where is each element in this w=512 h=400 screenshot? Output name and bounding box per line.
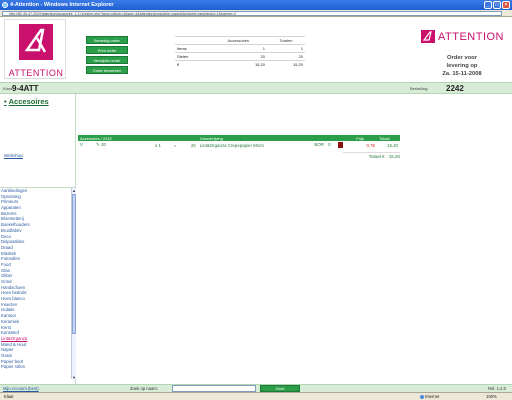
order-line-color: BOR 0 (312, 141, 354, 149)
order-line-total-qty: 20 (190, 142, 196, 148)
footer-bar: Mijn Account (best) Zoek op naam: Zoek R… (0, 384, 512, 392)
search-label: Zoek op naam: (130, 386, 158, 391)
address-bar: http://82.45.47.202/Hattention/javascrip… (0, 10, 512, 17)
category-items: Aanbiedingen Opruiming Primeurs Apparaten Be… (0, 188, 76, 370)
category-scrollbar[interactable]: ▲ ▼ (71, 188, 76, 379)
customer-value: 9-4ATT (12, 84, 39, 93)
delete-order-button[interactable]: Verwijder order (86, 56, 128, 64)
page-header: ATTENTION Bevestig order Print order Ver… (0, 17, 512, 82)
print-order-button[interactable]: Print order (86, 46, 128, 54)
summary-value: 20 (209, 52, 267, 61)
globe-icon (420, 394, 424, 399)
brand-mark-icon (420, 30, 435, 43)
order-number-label: Bestelling: (410, 86, 429, 91)
webshop-link[interactable]: Webshop (4, 153, 23, 158)
summary-label: Stelen (175, 52, 210, 61)
color-count: 0 (328, 142, 331, 148)
delivery-info: Order voor levering op Za. 15-11-2008 (422, 54, 502, 78)
confirm-order-button[interactable]: Bevestig order (86, 36, 128, 44)
order-line-qty[interactable]: 20 (101, 142, 106, 147)
logo-text: ATTENTION (8, 68, 64, 78)
category-list: Aanbiedingen Opruiming Primeurs Apparaten Be… (0, 187, 76, 379)
delivery-line: levering op (446, 63, 478, 69)
category-item[interactable]: Papier rollen (0, 364, 76, 370)
summary-value: 1 (266, 44, 305, 53)
edit-icon[interactable]: ✎ (96, 142, 100, 147)
scroll-up-icon[interactable]: ▲ (72, 188, 76, 193)
logo[interactable]: ATTENTION (4, 19, 66, 79)
summary-label: € (175, 60, 210, 69)
search-input[interactable] (172, 385, 256, 392)
my-account-link[interactable]: Mijn Account (best) (3, 386, 39, 391)
summary-label: Items (175, 44, 210, 53)
order-total-label: Totaal € (368, 154, 385, 159)
scroll-thumb[interactable] (72, 194, 76, 334)
order-line-eq: = (173, 142, 177, 148)
security-zone: Internet (420, 394, 439, 399)
order-actions: Bevestig order Print order Verwijder ord… (86, 36, 128, 74)
maximize-button[interactable]: □ (493, 1, 501, 9)
summary-header-row: Accessoires Totalen (175, 36, 305, 45)
order-line-description: Lint&Organza Crepepapier 50cm (199, 142, 264, 148)
browser-statusbar: Klaar Internet 100% (0, 392, 512, 400)
summary-value: 15,20 (209, 60, 267, 69)
order-total-value: 15,20 (388, 154, 400, 159)
summary-value: 15,20 (266, 60, 305, 69)
brand-text: ATTENTION (437, 30, 504, 43)
summary-header-totalen: Totalen (266, 36, 305, 45)
order-number-value: 2242 (446, 84, 464, 93)
sidebar: • Accesoires Webshop Aanbiedingen Opruimin… (0, 94, 76, 384)
info-bar: Klant: 9-4ATT Bestelling: 2242 (0, 82, 512, 94)
color-swatch (337, 142, 343, 148)
order-total: Totaal € 15,20 (343, 152, 400, 159)
summary-header-accessoires: Accessoires (209, 36, 267, 45)
zoom-level[interactable]: 100% (486, 394, 497, 399)
summary-row: Stelen 20 20 (175, 52, 305, 61)
url-field[interactable]: http://82.45.47.202/Hattention/javascrip… (2, 11, 502, 16)
sidebar-heading-label: Accesoires (8, 97, 49, 106)
main-content: Accesoires / 2242 Omschrijving Prijs Tot… (78, 94, 512, 384)
security-zone-label: Internet (425, 394, 440, 399)
summary-row: Items 1 1 (175, 44, 305, 53)
delivery-line: Order voor (447, 55, 477, 61)
logo-mark (19, 24, 53, 60)
sidebar-heading[interactable]: • Accesoires (4, 97, 49, 106)
ie-icon (2, 2, 8, 8)
order-line-flag: V (80, 142, 83, 147)
summary-row: € 15,20 15,20 (175, 60, 305, 69)
summary-value: 1 (209, 44, 267, 53)
edit-order-button[interactable]: Order bewerken (86, 66, 128, 74)
order-summary-table: Accessoires Totalen Items 1 1 Stelen 20 … (175, 36, 305, 69)
scroll-down-icon[interactable]: ▼ (72, 375, 76, 379)
order-line-cell: V ✎ 20 (78, 141, 153, 149)
order-line-mult: x 1 (155, 142, 161, 148)
brand: ATTENTION (420, 30, 504, 43)
order-line-row[interactable]: V ✎ 20 x 1 = 20 Lint&Organza Crepepapier… (78, 141, 400, 149)
summary-header-blank (175, 36, 210, 45)
minimize-button[interactable]: _ (484, 1, 492, 9)
order-line-total: 15,20 (387, 142, 398, 148)
delivery-date: Za. 15-11-2008 (442, 71, 482, 77)
summary-value: 20 (266, 52, 305, 61)
window-controls: _ □ × (484, 1, 510, 9)
release-label: Rel. 1.2.0 (488, 386, 506, 391)
window-title: 4-Attention - Windows Internet Explorer (10, 2, 114, 8)
bullet-icon: • (4, 97, 7, 106)
window-titlebar: 4-Attention - Windows Internet Explorer … (0, 0, 512, 10)
order-lines-table: Accesoires / 2242 Omschrijving Prijs Tot… (78, 135, 400, 149)
color-code: BOR (314, 142, 324, 148)
status-text: Klaar (4, 394, 14, 399)
search-button[interactable]: Zoek (260, 385, 300, 392)
order-line-price: 0,76 (366, 142, 375, 148)
close-button[interactable]: × (502, 1, 510, 9)
logo-icon (24, 28, 47, 53)
